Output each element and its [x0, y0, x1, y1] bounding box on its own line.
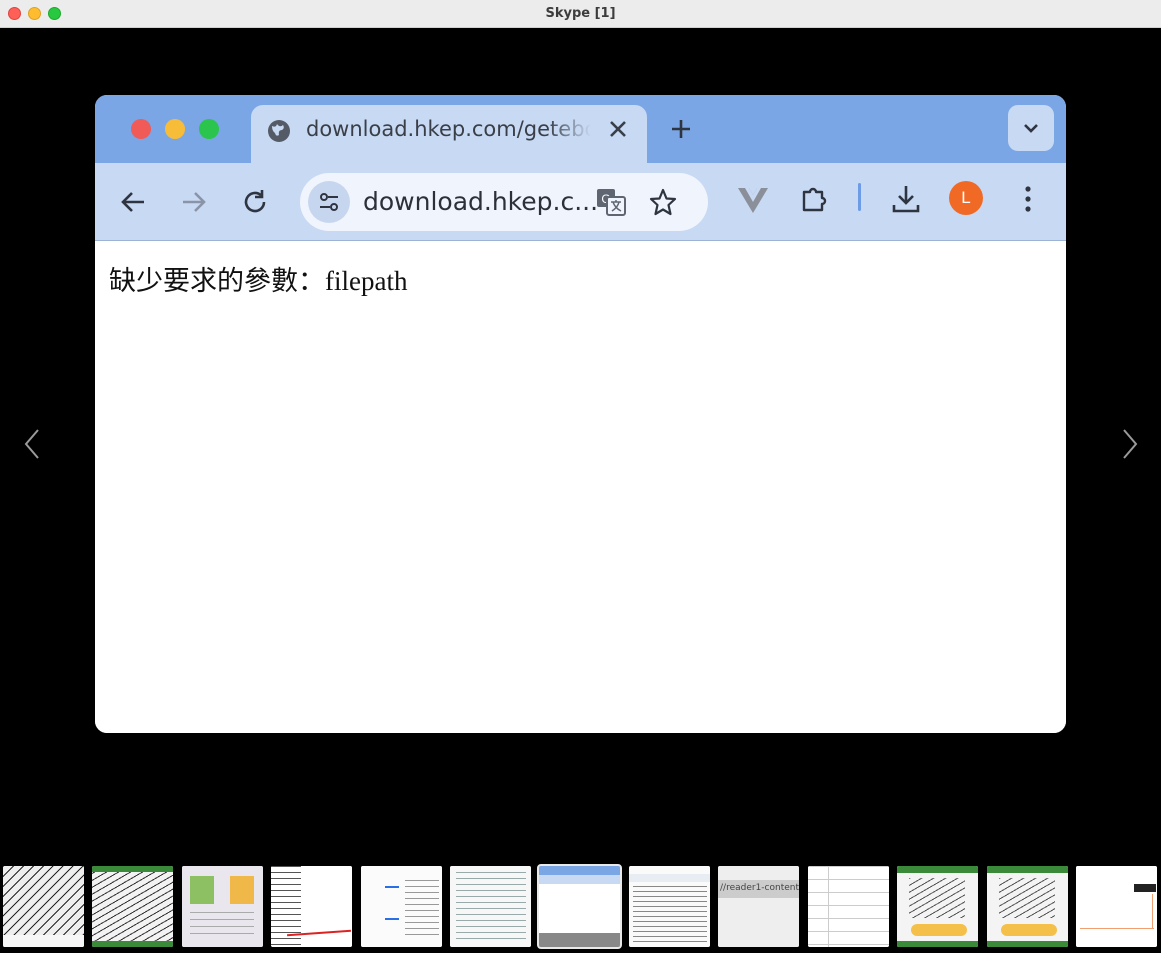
thumbnail-7[interactable] [537, 864, 622, 949]
window-title: Skype [1] [545, 6, 616, 21]
chevron-down-icon [1024, 124, 1038, 133]
image-viewer: download.hkep.com/getebook download.hkep… [0, 28, 1161, 863]
browser-toolbar: download.hkep.c... G [95, 163, 1066, 241]
kebab-menu-icon [1025, 186, 1031, 212]
thumbnail-10[interactable] [808, 866, 889, 947]
browser-tab-strip: download.hkep.com/getebook [95, 95, 1066, 163]
browser-maximize-dot [199, 119, 219, 139]
tune-icon [320, 193, 338, 211]
chevron-right-icon[interactable] [1114, 428, 1144, 460]
browser-close-dot [131, 119, 151, 139]
browser-page: 缺少要求的參數：filepath [95, 241, 1066, 733]
thumbnail-8[interactable] [629, 866, 710, 947]
thumbnail-image [450, 866, 531, 947]
thumbnail-12[interactable] [987, 866, 1068, 947]
thumbnail-image [271, 866, 352, 947]
thumbnail-image [897, 866, 978, 947]
thumbnail-image [987, 866, 1068, 947]
thumbnail-image [92, 866, 173, 947]
address-url: download.hkep.c... [363, 187, 599, 216]
tab-title: download.hkep.com/getebook [306, 117, 591, 141]
translate-icon: G [597, 189, 626, 216]
forward-arrow-icon [183, 192, 206, 212]
browser-minimize-dot [165, 119, 185, 139]
thumbnail-image [718, 866, 799, 947]
thumbnail-2[interactable] [92, 866, 173, 947]
browser-tab: download.hkep.com/getebook [251, 105, 647, 163]
thumbnail-3[interactable] [182, 866, 263, 947]
thumbnail-4[interactable] [271, 866, 352, 947]
thumbnail-13[interactable] [1076, 866, 1157, 947]
screenshot-image: download.hkep.com/getebook download.hkep… [95, 95, 1066, 733]
thumbnail-9[interactable]: //reader1-content.hke [718, 866, 799, 947]
thumbnail-image [1076, 866, 1157, 947]
tab-search-button [1008, 105, 1054, 151]
thumbnail-label: //reader1-content.hke [720, 883, 799, 893]
vue-devtools-icon [738, 188, 768, 213]
thumbnail-5[interactable] [361, 866, 442, 947]
download-icon [892, 186, 920, 213]
star-icon [649, 188, 677, 216]
thumbnail-image [182, 866, 263, 947]
thumbnail-6[interactable] [450, 866, 531, 947]
thumbnail-image [808, 866, 889, 947]
error-message: 缺少要求的參數：filepath [109, 266, 408, 296]
profile-avatar: L [949, 181, 983, 215]
thumbnail-image [539, 866, 620, 947]
plus-icon [672, 120, 690, 138]
thumbnail-image [629, 866, 710, 947]
site-info-button [308, 181, 350, 223]
window-titlebar: Skype [1] [0, 0, 1161, 28]
thumbnail-1[interactable] [3, 866, 84, 947]
back-arrow-icon [121, 192, 144, 212]
chevron-left-icon[interactable] [18, 428, 48, 460]
thumbnail-strip: //reader1-content.hke [0, 863, 1161, 953]
toolbar-divider [858, 183, 861, 211]
close-icon [610, 121, 626, 137]
extensions-icon [802, 187, 827, 212]
reload-icon [244, 190, 266, 213]
globe-icon [268, 120, 290, 142]
thumbnail-image [3, 866, 84, 947]
thumbnail-11[interactable] [897, 866, 978, 947]
thumbnail-image [361, 866, 442, 947]
address-bar: download.hkep.c... G [300, 173, 708, 231]
